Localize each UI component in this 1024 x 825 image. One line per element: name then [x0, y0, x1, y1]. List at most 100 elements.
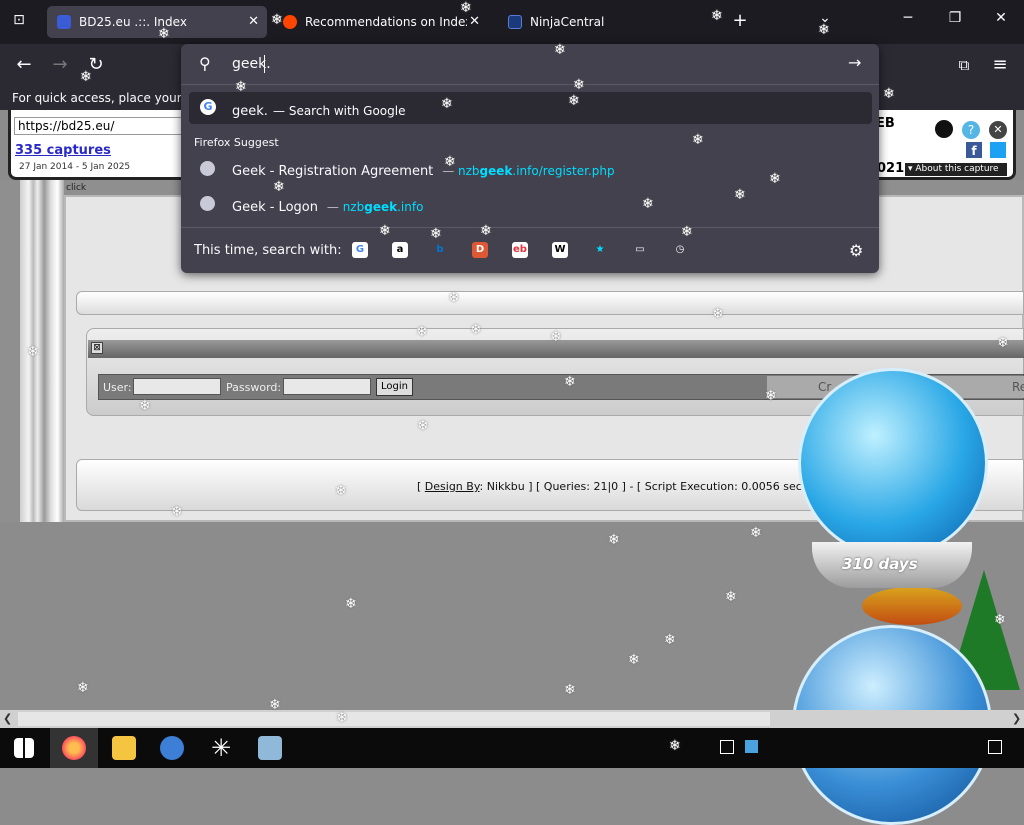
snowflake-icon: ❄ — [379, 223, 391, 239]
snowflake-icon: ❄ — [994, 612, 1006, 628]
tab-title: Recommendations on Indexers — [305, 15, 467, 29]
tabs-icon[interactable]: ▭ — [632, 242, 648, 258]
urlbar-separator — [181, 84, 879, 85]
design-by-link[interactable]: Design By — [425, 480, 480, 493]
firefox-icon[interactable] — [62, 736, 86, 760]
close-icon[interactable]: ✕ — [248, 14, 259, 29]
snowflake-icon: ❄ — [997, 335, 1009, 351]
amazon-icon[interactable]: a — [392, 242, 408, 258]
user-input[interactable] — [133, 378, 221, 395]
snowflake-icon: ❄ — [769, 171, 781, 187]
expand-icon[interactable]: ⊠ — [91, 342, 103, 354]
user-icon[interactable] — [935, 120, 953, 138]
snowflake-icon: ❄ — [550, 329, 562, 345]
snowflake-icon: ❄ — [664, 632, 676, 648]
snowflake-icon: ❄ — [692, 132, 704, 148]
snowflake-icon: ❄ — [711, 8, 723, 24]
scroll-right-icon[interactable]: ❯ — [1012, 712, 1021, 725]
snowflake-icon: ❄ — [269, 697, 281, 713]
google-icon[interactable]: G — [352, 242, 368, 258]
snowflake-icon: ❄ — [235, 79, 247, 95]
login-button[interactable]: Login — [376, 378, 413, 396]
tray-icon[interactable] — [720, 740, 734, 754]
menu-icon[interactable]: ≡ — [988, 54, 1012, 78]
snowflake-icon: ❄ — [80, 69, 92, 85]
url-suffix: .info — [397, 200, 424, 214]
wikipedia-icon[interactable]: W — [552, 242, 568, 258]
tab-title: BD25.eu .::. Index — [79, 15, 187, 29]
click-text: click — [66, 183, 87, 193]
register-link[interactable]: Re — [1012, 380, 1024, 394]
capture-range: 27 Jan 2014 - 5 Jan 2025 — [19, 162, 131, 172]
duckduckgo-icon[interactable]: D — [472, 242, 488, 258]
snowflake-icon: ❄ — [568, 93, 580, 109]
heuristic-title: geek. — [232, 104, 268, 119]
bookmarks-icon[interactable]: ★ — [592, 242, 608, 258]
tab-ninjacentral[interactable]: NinjaCentral — [498, 6, 713, 38]
search-icon: ⚲ — [199, 54, 211, 73]
network-app-icon[interactable] — [258, 736, 282, 760]
snowflake-icon: ❄ — [669, 738, 681, 754]
firefox-suggest-label: Firefox Suggest — [194, 136, 279, 149]
suggestion-url: nzbgeek.info/register.php — [458, 164, 615, 178]
tab-recommendations[interactable]: Recommendations on Indexers ✕ — [273, 6, 488, 38]
snowflake-icon: ❄ — [642, 196, 654, 212]
close-icon[interactable]: ✕ — [469, 14, 480, 29]
bing-icon[interactable]: b — [432, 242, 448, 258]
snowflake-icon: ❄ — [158, 26, 170, 42]
wayback-url-input[interactable]: https://bd25.eu/ — [14, 117, 184, 135]
minimize-button[interactable]: ─ — [896, 10, 920, 26]
twitter-icon[interactable] — [990, 142, 1006, 158]
close-window-button[interactable]: ✕ — [989, 10, 1013, 26]
windows-start-icon[interactable] — [14, 738, 34, 758]
new-tab-button[interactable]: + — [728, 10, 752, 31]
snowflake-icon: ❄ — [416, 324, 428, 340]
snowflake-icon: ❄ — [336, 710, 348, 726]
captures-link[interactable]: 335 captures — [15, 143, 111, 158]
password-label: Password: — [226, 381, 282, 394]
snowflake-icon: ❄ — [271, 12, 283, 28]
forward-button[interactable]: → — [48, 54, 72, 78]
history-icon[interactable]: ◷ — [672, 242, 688, 258]
about-capture-button[interactable]: ▾ About this capture — [905, 163, 1007, 176]
one-off-separator — [181, 227, 879, 228]
scrollbar-thumb[interactable] — [18, 712, 770, 726]
suggestion-url: nzbgeek.info — [343, 200, 424, 214]
notification-icon[interactable] — [988, 740, 1002, 754]
url-match: geek — [479, 164, 513, 178]
ebay-icon[interactable]: eb — [512, 242, 528, 258]
snowflake-icon: ❄ — [171, 504, 183, 520]
capture-year: 021 — [877, 161, 905, 176]
scroll-left-icon[interactable]: ❮ — [3, 712, 12, 725]
url-prefix: nzb — [342, 200, 365, 214]
go-arrow-icon[interactable]: → — [848, 53, 861, 72]
snowflake-icon: ❄ — [460, 0, 472, 16]
suggestion-title: Geek - Logon — [232, 200, 318, 215]
snowflake-icon: ❄ — [273, 179, 285, 195]
search-settings-icon[interactable]: ⚙ — [849, 241, 863, 260]
extensions-icon[interactable]: ⧉ — [952, 54, 976, 78]
file-explorer-icon[interactable] — [112, 736, 136, 760]
close-icon[interactable]: ✕ — [989, 121, 1007, 139]
snowflake-app-icon[interactable]: ✳ — [209, 736, 233, 760]
globe-scarf-decoration — [862, 587, 962, 625]
password-input[interactable] — [283, 378, 371, 395]
snowflake-icon: ❄ — [564, 374, 576, 390]
back-button[interactable]: ← — [12, 54, 36, 78]
tab-bd25[interactable]: BD25.eu .::. Index ✕ — [47, 6, 267, 38]
suggestion-label: Geek - Logon — nzbgeek.info — [232, 196, 423, 215]
maximize-button[interactable]: ❐ — [943, 10, 967, 26]
snowflake-icon: ❄ — [712, 306, 724, 322]
snowflake-icon: ❄ — [444, 154, 456, 170]
footer-text: [ Design By: Nikkbu ] [ Queries: 21|0 ] … — [417, 480, 848, 493]
help-icon[interactable]: ? — [962, 121, 980, 139]
tab-list-icon[interactable]: ⊡ — [10, 12, 28, 30]
snowflake-icon: ❄ — [441, 96, 453, 112]
tray-icon[interactable] — [745, 740, 758, 753]
facebook-icon[interactable]: f — [966, 142, 982, 158]
app-icon[interactable] — [160, 736, 184, 760]
snowflake-icon: ❄ — [470, 322, 482, 338]
snowflake-icon: ❄ — [573, 77, 585, 93]
url-match: geek — [364, 200, 398, 214]
snowflake-icon: ❄ — [335, 483, 347, 499]
